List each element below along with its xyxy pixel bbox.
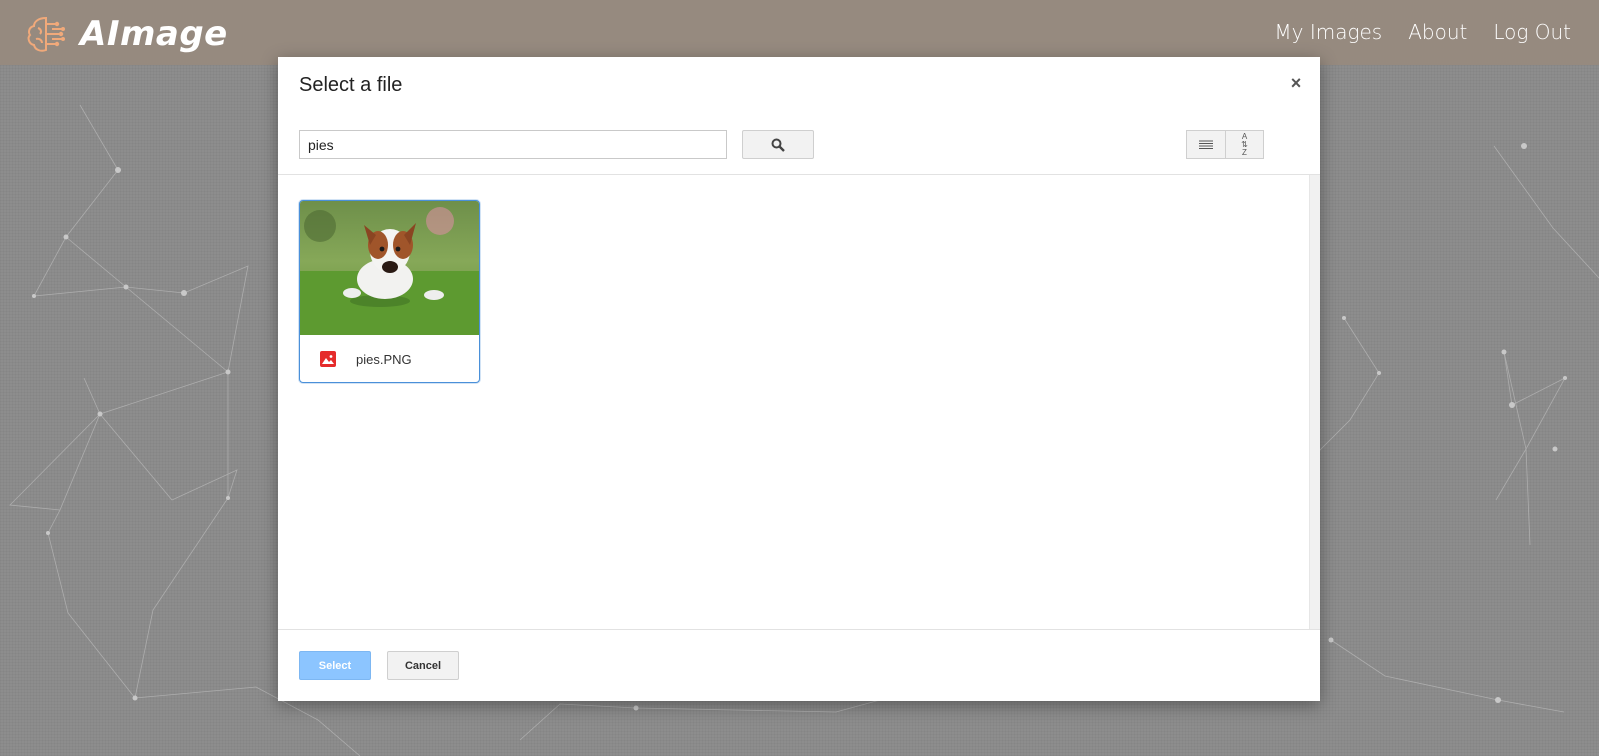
brand[interactable]: AImage xyxy=(26,14,228,54)
search-row: A ⇅ Z xyxy=(299,130,1299,160)
brain-logo-icon xyxy=(27,16,65,52)
main-nav: My Images About Log Out xyxy=(1274,20,1571,44)
nav-my-images[interactable]: My Images xyxy=(1274,20,1382,44)
sort-az-button[interactable]: A ⇅ Z xyxy=(1226,130,1264,159)
list-view-button[interactable] xyxy=(1186,130,1226,159)
dialog-title: Select a file xyxy=(299,74,403,96)
dialog-actions: Select Cancel xyxy=(299,651,459,680)
list-view-icon xyxy=(1199,140,1213,149)
cancel-button[interactable]: Cancel xyxy=(387,651,459,680)
select-button[interactable]: Select xyxy=(299,651,371,680)
file-tile[interactable]: pies.PNG xyxy=(299,200,480,383)
scrollbar[interactable] xyxy=(1309,175,1320,629)
search-icon xyxy=(771,138,785,152)
close-icon[interactable]: × xyxy=(1286,73,1306,93)
image-file-icon xyxy=(320,351,336,367)
nav-about[interactable]: About xyxy=(1408,20,1467,44)
image-thumbnail xyxy=(300,201,479,335)
view-options: A ⇅ Z xyxy=(1186,130,1264,159)
divider xyxy=(278,629,1320,630)
file-grid: pies.PNG xyxy=(278,175,1309,629)
top-navbar: AImage My Images About Log Out xyxy=(0,0,1599,65)
nav-log-out[interactable]: Log Out xyxy=(1493,20,1571,44)
file-name: pies.PNG xyxy=(356,352,412,367)
search-button[interactable] xyxy=(742,130,814,159)
search-input[interactable] xyxy=(299,130,727,159)
sort-az-icon: A ⇅ Z xyxy=(1241,131,1248,157)
file-picker-dialog: Select a file × A ⇅ xyxy=(278,57,1320,701)
brand-name: AImage xyxy=(80,14,228,54)
